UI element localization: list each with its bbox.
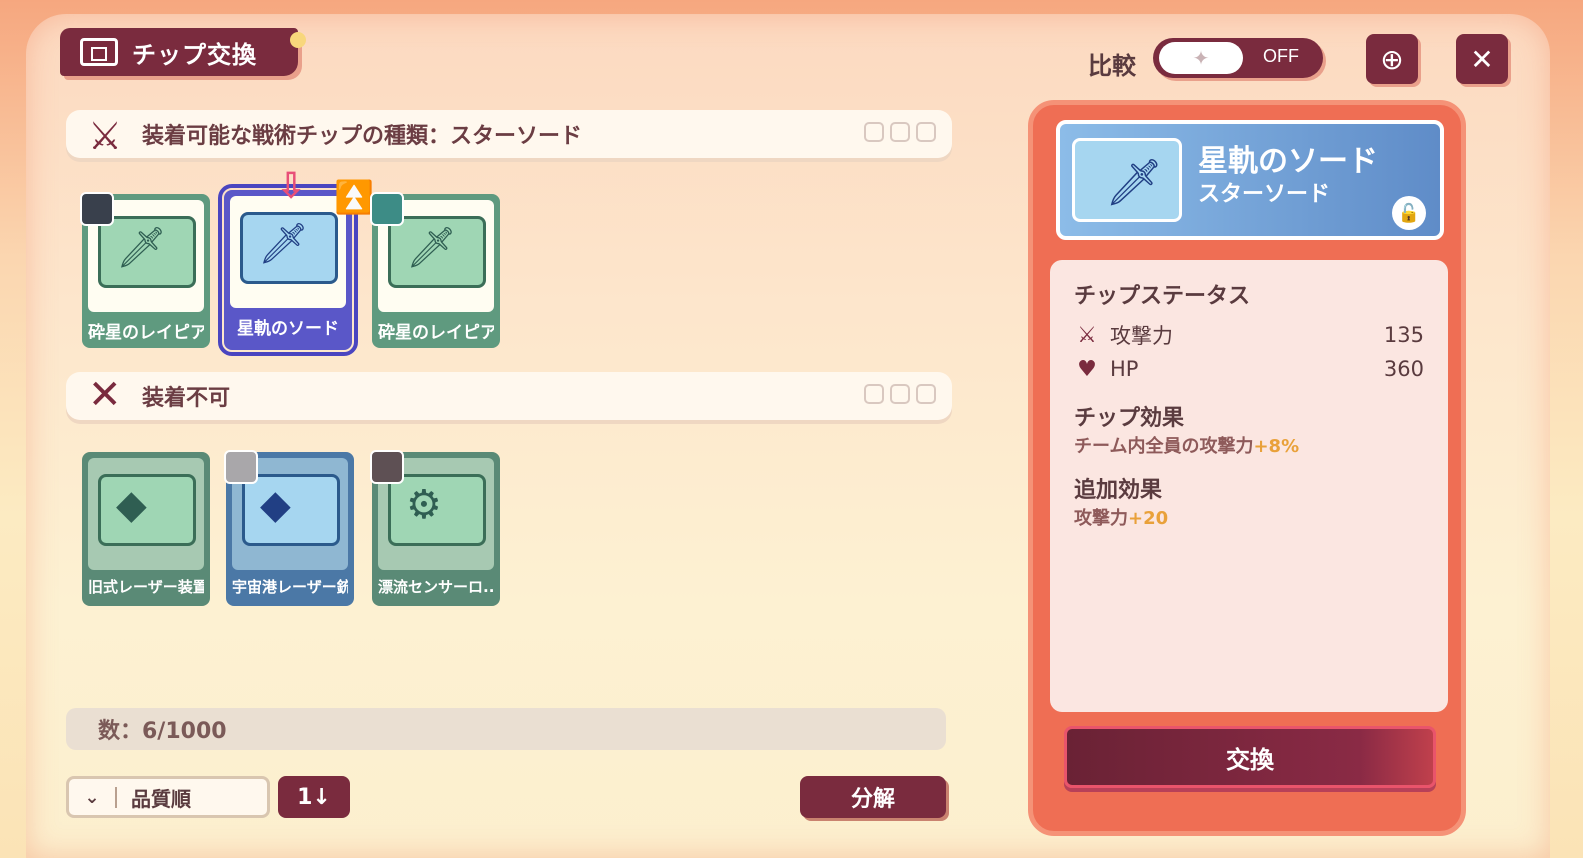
detail-header: 🗡 星軌のソード スターソード 🔓 — [1056, 120, 1444, 240]
triangle-icon — [916, 122, 936, 142]
extra-effect-text: 攻撃力+20 — [1074, 504, 1424, 530]
chip-card-label: 砕星のレイピア — [88, 323, 204, 343]
stat-row: ⚔ 攻撃力 135 — [1074, 318, 1424, 352]
inventory-count: 数：6/1000 — [66, 708, 946, 750]
status-title: チップステータス — [1074, 284, 1251, 309]
page-title-text: チップ交換 — [132, 40, 257, 69]
chip-screen-icon — [80, 38, 118, 66]
detail-body: チップステータス ⚔ 攻撃力 135 ♥ HP 360 チップ効果 チーム内全員の攻… — [1050, 260, 1448, 712]
target-button[interactable]: ⊕ — [1366, 34, 1418, 84]
extra-effect-description: 攻撃力 — [1074, 508, 1128, 529]
sort-dropdown[interactable]: ⌄ 品質順 — [66, 776, 270, 818]
page-title: チップ交換 — [60, 28, 306, 76]
extra-effect-value: +20 — [1128, 508, 1169, 529]
avatar — [370, 450, 404, 484]
chip-card-label: 漂流センサーロ... — [378, 578, 494, 596]
heart-icon: ♥ — [1077, 356, 1097, 382]
avatar — [224, 450, 258, 484]
close-icon: ✕ — [1470, 42, 1494, 76]
decompose-button[interactable]: 分解 — [800, 776, 946, 818]
sword-icon: 🗡 — [116, 225, 167, 271]
compare-label: 比較 — [1088, 52, 1136, 80]
crosshair-icon: ⊕ — [1380, 42, 1404, 76]
chip-card-label: 星軌のソード — [237, 319, 339, 339]
chip-card-label: 砕星のレイピア — [378, 323, 494, 343]
chip-card[interactable]: 🗡 砕星のレイピア — [370, 192, 500, 348]
equippable-section-header: ⚔ 装着可能な戦術チップの種類：スターソード — [66, 110, 952, 158]
chip-card[interactable]: 🗡 砕星のレイピア — [80, 192, 210, 348]
sort-value: 品質順 — [131, 786, 191, 811]
stat-label: HP — [1110, 357, 1139, 381]
compare-toggle[interactable]: ✦ OFF — [1153, 38, 1323, 78]
effect-value: +8% — [1253, 436, 1300, 457]
upgrade-up-icon: ⏫ — [334, 178, 374, 216]
extra-effect-title: 追加効果 — [1074, 478, 1163, 503]
attack-icon: ⚔ — [1077, 322, 1097, 348]
stat-value: 135 — [1383, 323, 1424, 347]
wrench-icon: ⚙ — [406, 482, 442, 528]
effect-text: チーム内全員の攻撃力+8% — [1074, 432, 1424, 458]
triangle-icon — [916, 384, 936, 404]
sword-icon: ⚔ — [88, 114, 123, 158]
close-button[interactable]: ✕ — [1456, 34, 1508, 84]
effect-description: チーム内全員の攻撃力 — [1074, 436, 1254, 457]
cross-box-icon — [890, 384, 910, 404]
stat-row: ♥ HP 360 — [1074, 352, 1424, 386]
circle-icon — [864, 384, 884, 404]
stat-label: 攻撃力 — [1110, 324, 1173, 348]
avatar — [370, 192, 404, 226]
blade-icon: ◆ — [260, 482, 291, 528]
chip-name: 星軌のソード — [1198, 144, 1378, 179]
sword-icon: 🗡 — [1105, 155, 1164, 209]
sword-icon: 🗡 — [258, 221, 309, 267]
chip-type: スターソード — [1198, 182, 1331, 207]
chip-card-selected[interactable]: 🗡 星軌のソード — [218, 184, 358, 356]
unequippable-section-title: 装着不可 — [142, 386, 231, 411]
blade-icon: ◆ — [116, 482, 147, 528]
unequippable-section-header: ✕ 装着不可 — [66, 372, 952, 420]
equippable-section-title: 装着可能な戦術チップの種類：スターソード — [142, 124, 583, 149]
chip-image: 🗡 — [1072, 138, 1182, 222]
effect-title: チップ効果 — [1074, 406, 1185, 431]
chip-card-label: 旧式レーザー装置 — [88, 578, 204, 596]
circle-icon — [864, 122, 884, 142]
cross-icon: ✕ — [88, 372, 122, 418]
chevron-down-icon: ⌄ — [69, 786, 117, 808]
lock-icon[interactable]: 🔓 — [1392, 196, 1426, 230]
sort-order-button[interactable]: 1↓ — [278, 776, 350, 818]
chip-card[interactable]: ◆ 宇宙港レーザー銃 — [224, 450, 354, 606]
sparkle-icon: ✦ — [1159, 42, 1243, 74]
chip-card[interactable]: ◆ 旧式レーザー装置 — [82, 452, 210, 606]
arrow-down-icon: ⇩ — [276, 166, 307, 207]
exchange-button[interactable]: 交換 — [1064, 726, 1436, 788]
cross-box-icon — [890, 122, 910, 142]
sword-icon: 🗡 — [406, 225, 457, 271]
chip-card[interactable]: ⚙ 漂流センサーロ... — [370, 450, 500, 606]
avatar — [80, 192, 114, 226]
stat-value: 360 — [1383, 357, 1424, 381]
compare-toggle-state: OFF — [1263, 46, 1299, 66]
notice-dot — [290, 32, 306, 48]
chip-card-label: 宇宙港レーザー銃 — [232, 578, 348, 596]
